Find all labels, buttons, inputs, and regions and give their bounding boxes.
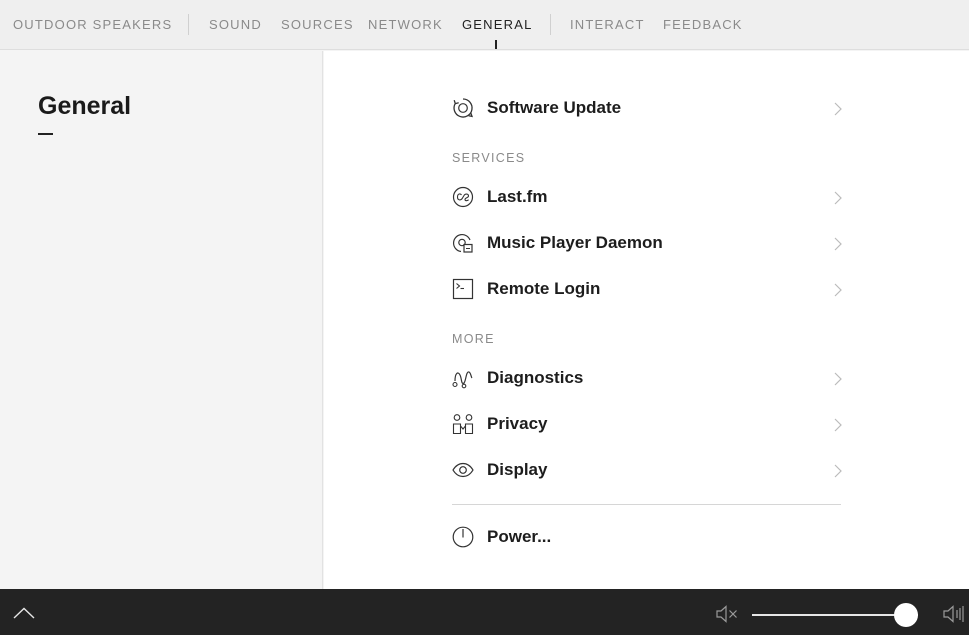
page-title: General [38,92,132,120]
lastfm-row[interactable]: Last.fm [452,178,842,218]
settings-list: Software Update SERVICES Last.fm Music P… [324,51,969,589]
active-tab-indicator [495,40,497,49]
tab-network[interactable]: NETWORK [368,17,443,32]
remote-login-row[interactable]: Remote Login [452,270,842,310]
software-update-icon [453,98,473,118]
chevron-right-icon [834,237,842,251]
display-label: Display [487,460,548,479]
chevron-right-icon [834,191,842,205]
volume-slider-handle[interactable] [894,603,919,627]
services-header: SERVICES [452,151,526,165]
title-underline [38,133,53,135]
power-label: Power... [487,527,552,546]
display-row[interactable]: Display [452,451,842,491]
mpd-label: Music Player Daemon [487,233,663,252]
tab-feedback[interactable]: FEEDBACK [663,17,743,32]
more-header: MORE [452,332,495,346]
device-name[interactable]: OUTDOOR SPEAKERS [13,17,172,32]
chevron-up-icon[interactable] [13,607,35,619]
diagnostics-label: Diagnostics [487,368,584,387]
chevron-right-icon [834,102,842,116]
tab-sources[interactable]: SOURCES [281,17,354,32]
remote-login-label: Remote Login [487,279,601,298]
tab-general[interactable]: GENERAL [462,17,533,32]
privacy-label: Privacy [487,414,548,433]
tab-interact[interactable]: INTERACT [570,17,645,32]
chevron-right-icon [834,372,842,386]
chevron-right-icon [834,418,842,432]
diagnostics-icon [452,371,473,389]
diagnostics-row[interactable]: Diagnostics [452,359,842,399]
power-icon [452,526,474,548]
privacy-icon [452,414,474,435]
nav-separator [550,14,551,35]
mpd-icon [452,233,473,253]
nav-separator [188,14,189,35]
eye-icon [452,462,474,478]
power-row[interactable]: Power... [452,518,842,558]
terminal-icon [452,278,474,300]
volume-max-icon[interactable] [943,605,965,623]
mute-icon[interactable] [716,605,738,623]
mpd-row[interactable]: Music Player Daemon [452,224,842,264]
player-bar [0,589,969,635]
privacy-row[interactable]: Privacy [452,405,842,445]
left-pane: General [0,51,323,589]
software-update-label: Software Update [487,98,622,117]
chevron-right-icon [834,283,842,297]
lastfm-label: Last.fm [487,187,548,206]
lastfm-icon [452,186,474,208]
volume-slider-track[interactable] [752,614,918,616]
chevron-right-icon [834,464,842,478]
software-update-row[interactable]: Software Update [452,89,842,129]
top-nav: OUTDOOR SPEAKERS SOUND SOURCES NETWORK G… [0,0,969,50]
divider [452,504,841,505]
tab-sound[interactable]: SOUND [209,17,262,32]
